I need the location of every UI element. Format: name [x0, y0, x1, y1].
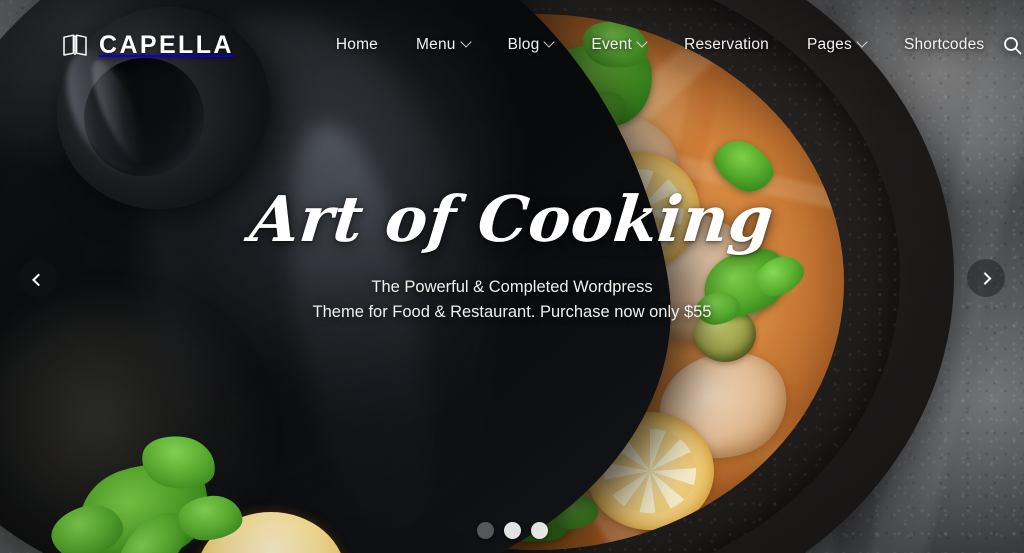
main-navigation: Home Menu Blog Event Reservation Pages S…: [317, 36, 1004, 54]
nav-label: Event: [591, 36, 633, 54]
nav-label: Pages: [806, 36, 852, 54]
chevron-left-icon: [31, 273, 45, 286]
site-header: CAPELLA Home Menu Blog Event Reservation: [0, 0, 1024, 90]
nav-item-pages[interactable]: Pages: [788, 36, 885, 54]
nav-item-blog[interactable]: Blog: [489, 36, 573, 54]
nav-label: Home: [335, 36, 379, 54]
chevron-down-icon: [856, 36, 868, 48]
nav-label: Blog: [507, 36, 540, 54]
nav-item-shortcodes[interactable]: Shortcodes: [885, 37, 1003, 53]
slider-hero-section: CAPELLA Home Menu Blog Event Reservation: [0, 0, 1024, 553]
chevron-right-icon: [978, 271, 991, 285]
nav-item-home[interactable]: Home: [317, 37, 397, 53]
nav-item-menu[interactable]: Menu: [397, 36, 489, 54]
chevron-down-icon: [459, 36, 472, 48]
chevron-down-icon: [636, 36, 648, 48]
search-icon[interactable]: [1003, 36, 1022, 55]
chevron-down-icon: [543, 36, 556, 48]
slider-dot-3[interactable]: [530, 522, 548, 539]
brand-logo-link[interactable]: CAPELLA: [62, 30, 234, 59]
nav-item-reservation[interactable]: Reservation: [665, 37, 788, 53]
slider-prev-button[interactable]: [19, 259, 57, 297]
slider-pagination: [0, 522, 1024, 539]
nav-label: Reservation: [684, 36, 769, 54]
nav-label: Shortcodes: [903, 36, 985, 54]
brand-name: CAPELLA: [99, 30, 234, 59]
slider-next-button[interactable]: [967, 259, 1005, 297]
slider-dot-1[interactable]: [476, 522, 494, 539]
open-book-icon: [63, 34, 87, 56]
header-tools: [1003, 36, 1024, 55]
nav-item-event[interactable]: Event: [572, 36, 665, 54]
nav-label: Menu: [416, 36, 456, 54]
slider-dot-2[interactable]: [503, 522, 521, 539]
